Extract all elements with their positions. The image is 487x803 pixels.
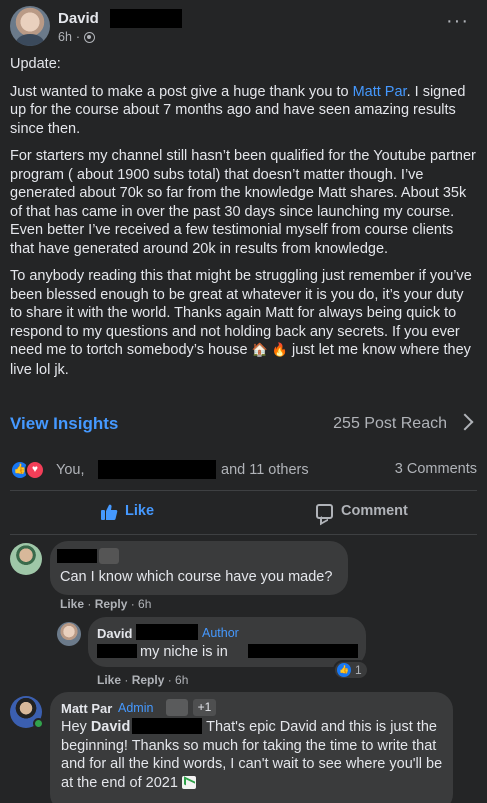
author-badge: Author [202, 626, 239, 640]
reactions-row: 👍 ♥ You, and 11 others 3 Comments [10, 458, 477, 482]
mention-david[interactable]: David [91, 719, 131, 735]
globe-icon[interactable] [84, 31, 96, 43]
reply-avatar[interactable] [57, 622, 81, 646]
comment-text: Can I know which course have you made? [60, 569, 333, 585]
reply-author[interactable]: David [97, 626, 132, 641]
reply-reply-link[interactable]: Reply [132, 673, 165, 687]
heart-icon: ♥ [25, 460, 45, 480]
comment-text: Hey David That's epic David and this is … [61, 719, 443, 791]
fire-emoji-icon: 🔥 [271, 343, 288, 358]
divider [10, 534, 477, 535]
reply-like-link[interactable]: Like [97, 673, 121, 687]
post-paragraph-1: Just wanted to make a post give a huge t… [10, 83, 466, 137]
house-emoji-icon: 🏠 [251, 343, 268, 358]
redacted-name [110, 9, 182, 28]
reaction-others[interactable]: and 11 others [221, 462, 309, 478]
reply-time[interactable]: 6h [175, 673, 188, 687]
badge-icon [166, 699, 188, 716]
redacted-name [132, 718, 202, 734]
comment-author[interactable]: Matt Par [61, 701, 112, 716]
action-bar: Like Comment [10, 496, 477, 528]
comment-button[interactable]: Comment [244, 496, 477, 528]
redacted-text [248, 644, 358, 658]
like-reaction-icon: 👍 [337, 663, 351, 677]
post-meta: 6h · [58, 30, 96, 44]
reply-text: my niche is in [140, 644, 228, 660]
redacted-name [57, 549, 97, 563]
redacted-text [97, 644, 137, 658]
online-status-icon [33, 718, 44, 729]
thumbs-up-icon [101, 504, 118, 520]
comment-bubble-icon [316, 504, 333, 519]
author-avatar[interactable] [10, 6, 50, 46]
comment-reply-link[interactable]: Reply [95, 597, 128, 611]
commenter-avatar[interactable] [10, 543, 42, 575]
comment-button-label: Comment [341, 503, 408, 519]
insights-row: View Insights 255 Post Reach [10, 413, 477, 438]
post-header: David 6h · ··· [10, 6, 477, 48]
view-insights-link[interactable]: View Insights [10, 414, 118, 434]
like-button[interactable]: Like [10, 496, 243, 528]
author-name[interactable]: David [58, 10, 99, 27]
comments-count[interactable]: 3 Comments [395, 461, 477, 477]
mention-link[interactable]: Matt Par [353, 84, 407, 100]
redacted-name [98, 460, 216, 479]
like-button-label: Like [125, 503, 155, 519]
post-body: Update: Just wanted to make a post give … [10, 55, 477, 388]
redacted-name [136, 624, 198, 640]
post-reach[interactable]: 255 Post Reach [333, 415, 447, 433]
more-options-icon[interactable]: ··· [446, 11, 469, 31]
post-paragraph-3: To anybody reading this that might be st… [10, 268, 472, 378]
chevron-right-icon[interactable] [456, 413, 474, 431]
reply-actions: Like · Reply · 6h [97, 673, 189, 687]
admin-badge: Admin [118, 701, 154, 715]
divider [10, 490, 477, 491]
reaction-you[interactable]: You, [56, 462, 85, 478]
post-time[interactable]: 6h [58, 30, 72, 44]
reply-reaction-count[interactable]: 👍 1 [333, 660, 369, 680]
chart-increasing-icon [181, 776, 196, 790]
comment-actions: Like · Reply · 6h [60, 597, 152, 611]
update-label: Update: [10, 56, 61, 72]
post-paragraph-2: For starters my channel still hasn’t bee… [10, 148, 476, 257]
comment-like-link[interactable]: Like [60, 597, 84, 611]
plus-badge[interactable]: +1 [193, 699, 216, 716]
comment-time[interactable]: 6h [138, 597, 151, 611]
sticker-icon [99, 548, 119, 564]
reaction-icons[interactable]: 👍 ♥ [10, 460, 50, 480]
